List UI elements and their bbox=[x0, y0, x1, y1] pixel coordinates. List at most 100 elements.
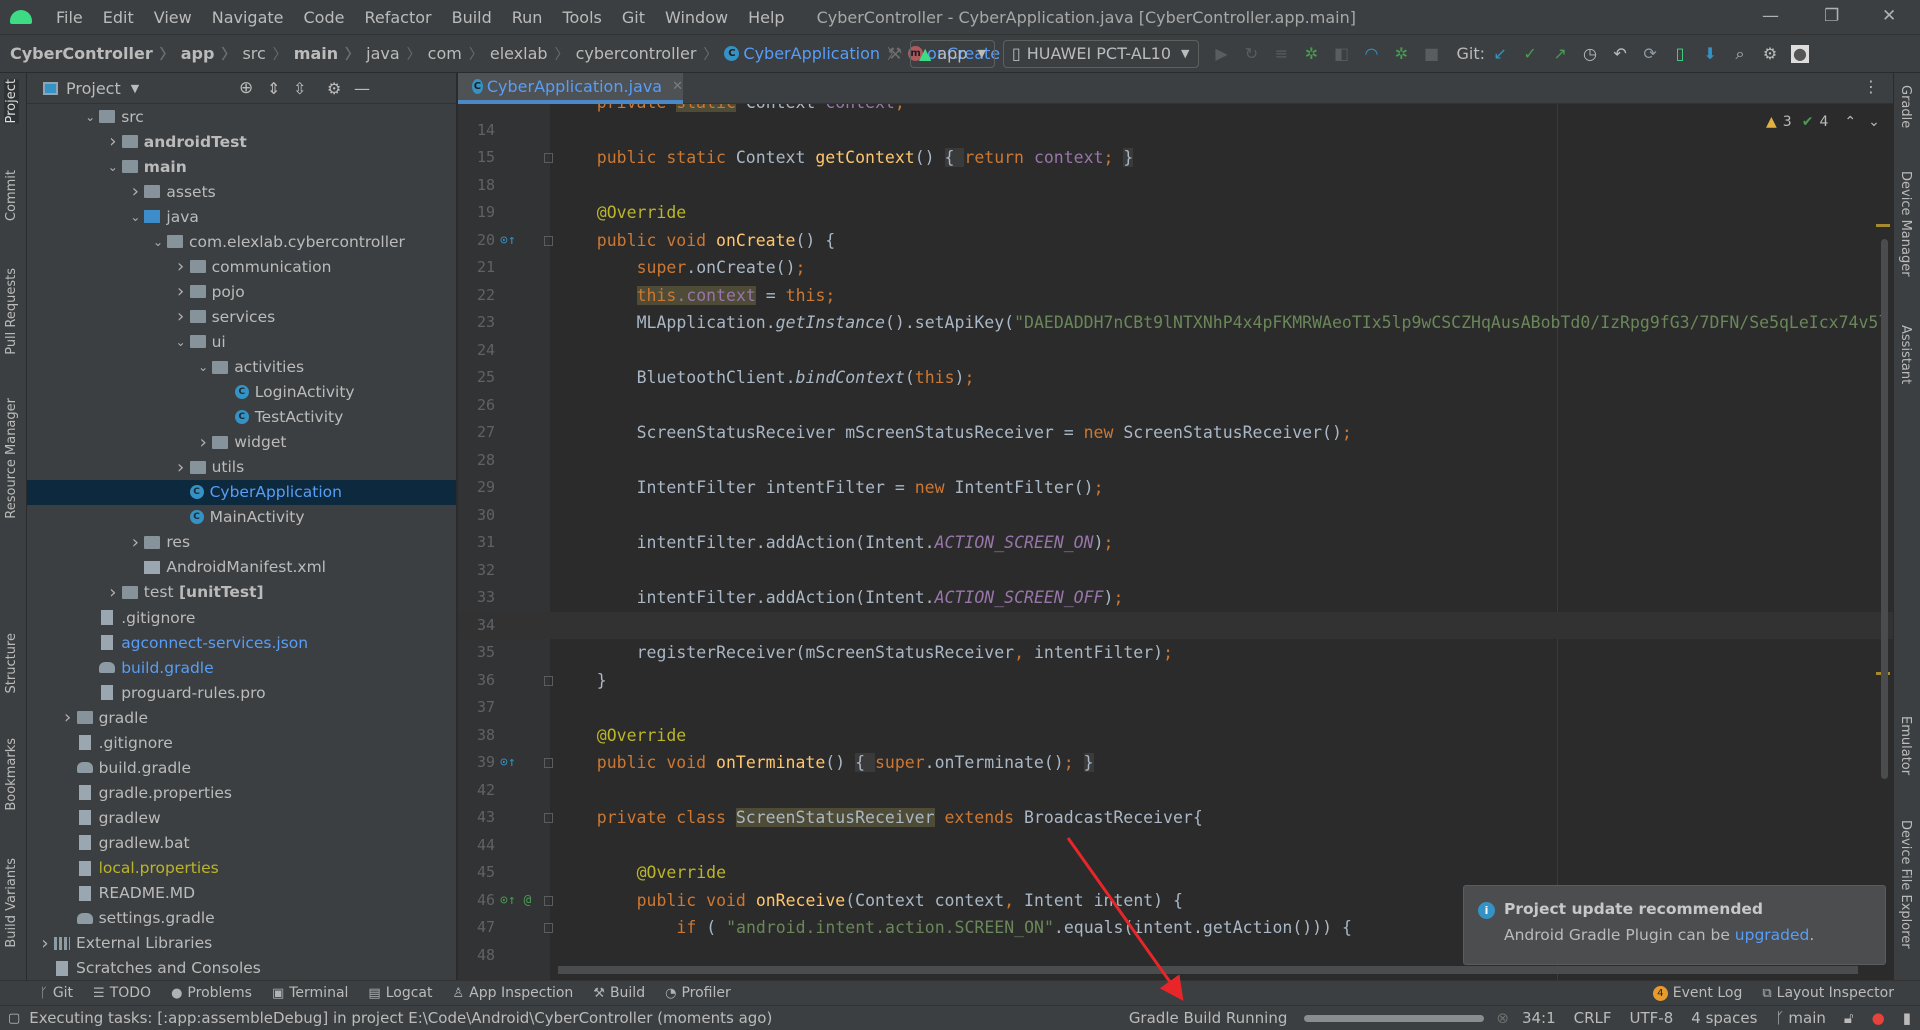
tree-item[interactable]: gradlew.bat bbox=[27, 830, 456, 855]
horizontal-scrollbar[interactable] bbox=[558, 966, 1858, 974]
fold-icon[interactable] bbox=[544, 895, 553, 906]
git-push-icon[interactable]: ↗ bbox=[1551, 44, 1569, 63]
tool-button-problems[interactable]: ● Problems bbox=[171, 985, 252, 1001]
chevron-right-icon[interactable]: › bbox=[172, 281, 190, 302]
code-line[interactable]: 30 bbox=[458, 502, 1893, 530]
tree-item[interactable]: C CyberApplication bbox=[27, 479, 456, 505]
notifications-icon[interactable]: ▮ bbox=[1903, 1009, 1911, 1027]
code-line[interactable]: 32 bbox=[458, 557, 1893, 585]
code-line[interactable]: 21 super.onCreate(); bbox=[458, 254, 1893, 282]
tree-item[interactable]: ⌄ main bbox=[27, 154, 456, 179]
indent-setting[interactable]: 4 spaces bbox=[1691, 1009, 1757, 1027]
debug-icon[interactable]: ✲ bbox=[1303, 44, 1321, 63]
tool-window-gradle[interactable]: Gradle bbox=[1898, 85, 1913, 128]
tool-window-build-variants[interactable]: Build Variants bbox=[4, 858, 19, 948]
tree-item[interactable]: ⌄ java bbox=[27, 204, 456, 229]
menu-view[interactable]: View bbox=[144, 8, 202, 27]
tool-button-logcat[interactable]: ▤ Logcat bbox=[368, 985, 432, 1001]
menu-run[interactable]: Run bbox=[502, 8, 553, 27]
status-message[interactable]: Executing tasks: [:app:assembleDebug] in… bbox=[29, 1009, 772, 1027]
tool-button-terminal[interactable]: ▣ Terminal bbox=[272, 985, 348, 1001]
restore-button[interactable]: ❐ bbox=[1824, 6, 1839, 26]
tree-item[interactable]: agconnect-services.json bbox=[27, 630, 456, 655]
breadcrumb-item[interactable]: java 〉 bbox=[366, 44, 428, 64]
chevron-right-icon[interactable]: › bbox=[194, 432, 212, 453]
menu-build[interactable]: Build bbox=[442, 8, 502, 27]
background-task-label[interactable]: Gradle Build Running bbox=[1129, 1009, 1288, 1027]
tree-item[interactable]: gradle.properties bbox=[27, 780, 456, 805]
tool-window-pull-requests[interactable]: Pull Requests bbox=[4, 268, 19, 355]
cancel-task-icon[interactable]: ⊗ bbox=[1496, 1009, 1509, 1027]
chevron-down-icon[interactable]: ⌄ bbox=[149, 235, 167, 249]
search-icon[interactable]: ⌕ bbox=[1731, 44, 1749, 63]
next-highlight-icon[interactable]: ⌄ bbox=[1868, 114, 1880, 130]
tree-item[interactable]: Scratches and Consoles bbox=[27, 956, 456, 980]
code-line[interactable]: private static Context context; bbox=[458, 104, 1893, 117]
tool-window-commit[interactable]: Commit bbox=[4, 170, 19, 221]
code-line[interactable]: 27 ScreenStatusReceiver mScreenStatusRece… bbox=[458, 419, 1893, 447]
chevron-right-icon[interactable]: › bbox=[59, 707, 77, 728]
code-line[interactable]: 31 intentFilter.addAction(Intent.ACTION_S… bbox=[458, 529, 1893, 557]
chevron-right-icon[interactable]: › bbox=[172, 306, 190, 327]
chevron-down-icon[interactable]: ⌄ bbox=[104, 160, 122, 174]
git-branch[interactable]: main bbox=[1788, 1009, 1825, 1027]
tool-window-project[interactable]: Project bbox=[4, 79, 19, 124]
apply-code-changes-icon[interactable]: ≡ bbox=[1273, 44, 1291, 63]
sdk-manager-icon[interactable]: ⬇ bbox=[1701, 44, 1719, 63]
code-line[interactable]: 18 bbox=[458, 172, 1893, 200]
tool-window-resource-manager[interactable]: Resource Manager bbox=[4, 398, 19, 519]
override-gutter-icon[interactable]: ⊙↑ bbox=[500, 227, 516, 255]
code-line[interactable]: 20 ⊙↑ public void onCreate() { bbox=[458, 227, 1893, 255]
menu-git[interactable]: Git bbox=[612, 8, 655, 27]
code-line[interactable]: 23 MLApplication.getInstance().setApiKey(… bbox=[458, 309, 1893, 337]
warning-stripe-mark[interactable] bbox=[1876, 224, 1890, 227]
menu-window[interactable]: Window bbox=[655, 8, 738, 27]
event-log-button[interactable]: 4 Event Log bbox=[1652, 985, 1742, 1001]
vertical-scrollbar[interactable] bbox=[1881, 239, 1888, 779]
tree-item[interactable]: C MainActivity bbox=[27, 505, 456, 530]
tree-item[interactable]: gradlew bbox=[27, 805, 456, 830]
tool-window-device-manager[interactable]: Device Manager bbox=[1898, 171, 1913, 277]
tree-item[interactable]: › test [unitTest] bbox=[27, 580, 456, 605]
code-line[interactable]: 35 registerReceiver(mScreenStatusReceiver… bbox=[458, 639, 1893, 667]
gear-icon[interactable]: ⚙ bbox=[1761, 44, 1779, 63]
code-line[interactable]: 38 @Override bbox=[458, 722, 1893, 750]
toggle-tool-windows-icon[interactable]: ▢ bbox=[8, 1011, 20, 1026]
device-manager-icon[interactable]: ▯ bbox=[1671, 44, 1689, 63]
tool-window-device-file-explorer[interactable]: Device File Explorer bbox=[1898, 820, 1913, 949]
code-line[interactable]: 26 bbox=[458, 392, 1893, 420]
tree-item[interactable]: ⌄ activities bbox=[27, 355, 456, 380]
chevron-right-icon[interactable]: › bbox=[104, 131, 122, 152]
stop-icon[interactable]: ■ bbox=[1423, 44, 1441, 63]
breadcrumb-item[interactable]: elexlab 〉 bbox=[490, 44, 576, 64]
locate-icon[interactable]: ⊕ bbox=[239, 78, 253, 98]
menu-navigate[interactable]: Navigate bbox=[202, 8, 294, 27]
breadcrumb-item[interactable]: main 〉 bbox=[294, 44, 366, 64]
code-line[interactable]: 34 bbox=[458, 611, 1893, 639]
tree-item[interactable]: › utils bbox=[27, 455, 456, 480]
tree-item[interactable]: local.properties bbox=[27, 856, 456, 881]
tree-item[interactable]: › res bbox=[27, 530, 456, 555]
breadcrumb-item[interactable]: CyberController 〉 bbox=[10, 44, 181, 64]
caret-position[interactable]: 34:1 bbox=[1522, 1009, 1556, 1027]
chevron-right-icon[interactable]: › bbox=[126, 181, 144, 202]
tree-item[interactable]: ⌄ ui bbox=[27, 329, 456, 354]
fold-icon[interactable] bbox=[544, 153, 553, 163]
tree-item[interactable]: C TestActivity bbox=[27, 405, 456, 430]
profile-icon[interactable]: ◠ bbox=[1363, 44, 1381, 63]
git-update-icon[interactable]: ↙ bbox=[1491, 44, 1509, 63]
menu-help[interactable]: Help bbox=[738, 8, 794, 27]
tree-item[interactable]: › communication bbox=[27, 254, 456, 279]
tool-button-app-inspection[interactable]: ♙ App Inspection bbox=[453, 985, 574, 1001]
tree-item[interactable]: .gitignore bbox=[27, 730, 456, 755]
inspection-widget[interactable]: ▲ 3 ✔ 4 ⌃ ⌄ bbox=[1766, 114, 1880, 130]
code-line[interactable]: 28 bbox=[458, 447, 1893, 475]
breadcrumb-item[interactable]: app 〉 bbox=[181, 44, 243, 64]
code-line[interactable]: 29 IntentFilter intentFilter = new Intent… bbox=[458, 474, 1893, 502]
gradle-sync-icon[interactable]: ⟳ bbox=[1641, 44, 1659, 63]
run-icon[interactable]: ▶ bbox=[1213, 44, 1231, 63]
chevron-down-icon[interactable]: ⌄ bbox=[172, 335, 190, 349]
gear-icon[interactable]: ⚙ bbox=[327, 79, 341, 98]
code-line[interactable]: 25 BluetoothClient.bindContext(this); bbox=[458, 364, 1893, 392]
chevron-down-icon[interactable]: ▼ bbox=[131, 82, 139, 95]
